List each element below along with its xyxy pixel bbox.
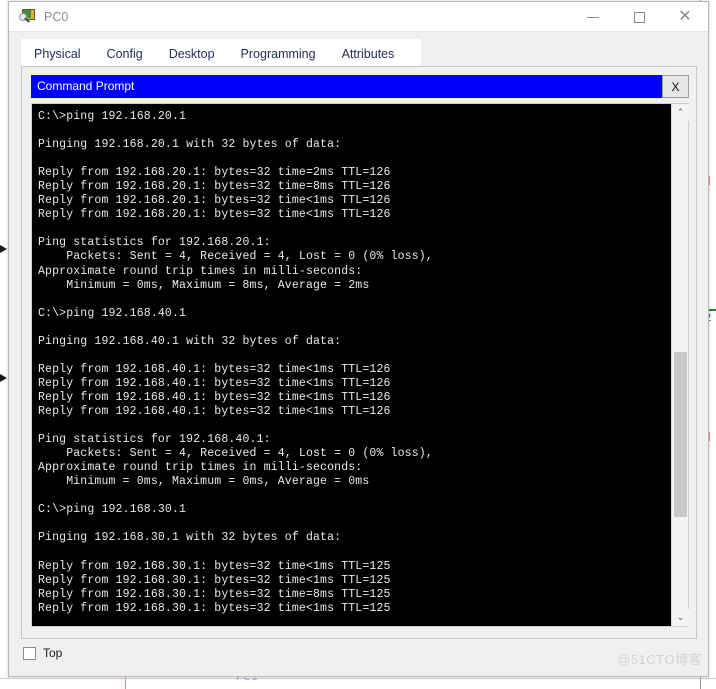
bg-arrow-lower-icon bbox=[0, 374, 7, 382]
tab-programming[interactable]: Programming bbox=[228, 39, 329, 68]
pc0-window: PC0 ✕ Physical Config Desktop Programmin… bbox=[8, 1, 709, 677]
scroll-up-arrow-icon[interactable]: ⌃ bbox=[672, 104, 689, 121]
tab-attributes[interactable]: Attributes bbox=[329, 39, 408, 68]
close-window-button[interactable]: ✕ bbox=[662, 2, 708, 32]
maximize-icon bbox=[633, 11, 645, 23]
tab-desktop-label: Desktop bbox=[168, 46, 215, 61]
tab-config[interactable]: Config bbox=[94, 39, 156, 68]
command-prompt-titlebar: Command Prompt X bbox=[31, 75, 689, 98]
tab-desktop[interactable]: Desktop bbox=[156, 39, 228, 68]
tab-programming-label: Programming bbox=[240, 46, 316, 61]
bg-horizontal-rule bbox=[0, 678, 716, 679]
command-prompt-title: Command Prompt bbox=[37, 79, 135, 93]
watermark: @51CTO博客 bbox=[617, 652, 702, 667]
terminal-output-area[interactable]: C:\>ping 192.168.20.1 Pinging 192.168.20… bbox=[32, 104, 671, 626]
tab-config-label: Config bbox=[106, 46, 143, 61]
top-checkbox[interactable] bbox=[23, 646, 36, 660]
terminal-text: C:\>ping 192.168.20.1 Pinging 192.168.20… bbox=[38, 110, 433, 615]
terminal-scrollbar[interactable]: ⌃ ⌄ bbox=[671, 104, 689, 626]
top-checkbox-label: Top bbox=[43, 646, 63, 660]
scrollbar-thumb[interactable] bbox=[674, 352, 687, 517]
tab-physical[interactable]: Physical bbox=[21, 39, 94, 68]
tab-bar: Physical Config Desktop Programming Attr… bbox=[21, 39, 421, 68]
bg-arrow-upper-icon bbox=[0, 245, 7, 253]
window-title: PC0 bbox=[44, 9, 69, 24]
pc-device-icon bbox=[19, 9, 36, 24]
terminal-container: C:\>ping 192.168.20.1 Pinging 192.168.20… bbox=[31, 103, 689, 627]
window-titlebar: PC0 ✕ bbox=[9, 2, 708, 32]
minimize-button[interactable] bbox=[570, 2, 616, 32]
maximize-button[interactable] bbox=[616, 2, 662, 32]
minimize-icon bbox=[587, 16, 599, 18]
close-icon: ✕ bbox=[678, 8, 692, 25]
tab-physical-label: Physical bbox=[34, 46, 81, 61]
tab-attributes-label: Attributes bbox=[341, 46, 395, 61]
top-checkbox-row[interactable]: Top bbox=[23, 646, 62, 660]
command-prompt-window: Command Prompt X C:\>ping 192.168.20.1 P… bbox=[31, 75, 689, 631]
command-prompt-close-button[interactable]: X bbox=[662, 75, 689, 98]
scroll-down-arrow-icon[interactable]: ⌄ bbox=[672, 609, 689, 626]
desktop-panel: Command Prompt X C:\>ping 192.168.20.1 P… bbox=[21, 66, 697, 639]
